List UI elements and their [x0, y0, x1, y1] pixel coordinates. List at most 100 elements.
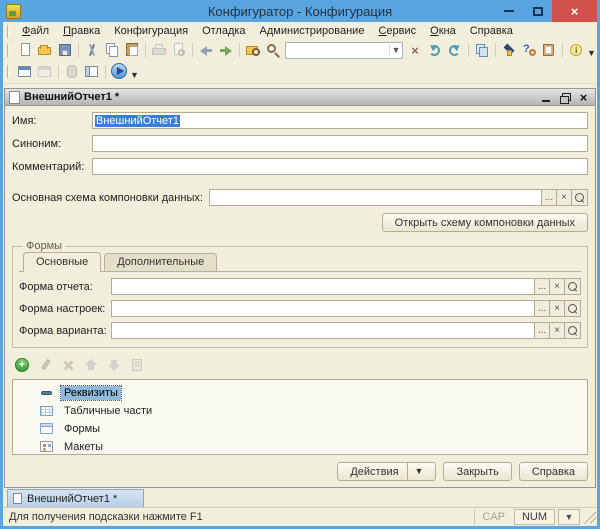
paste-button[interactable]: [122, 41, 142, 59]
search-input[interactable]: [286, 43, 389, 57]
tree-item-label: Формы: [64, 423, 101, 435]
start-debug-button[interactable]: [109, 63, 129, 81]
print-preview-button[interactable]: [169, 41, 189, 59]
forward-button[interactable]: [445, 41, 465, 59]
find-icon: [245, 42, 261, 58]
attributes-icon: [39, 385, 55, 401]
info-button[interactable]: [566, 41, 586, 59]
statusbar-dropdown-button[interactable]: ▼: [558, 509, 580, 525]
zoom-icon: [265, 42, 281, 58]
tree-item-templates[interactable]: Макеты: [13, 438, 587, 454]
ellipsis-button[interactable]: ...: [535, 278, 550, 295]
magnifier-button[interactable]: [565, 322, 581, 339]
menu-item-8[interactable]: Справка: [463, 23, 520, 39]
tree-item-attributes[interactable]: Реквизиты: [13, 384, 587, 402]
restore-icon: [560, 92, 571, 104]
window-gray-button[interactable]: [35, 63, 55, 81]
syntax-check-button[interactable]: [499, 41, 519, 59]
form-field-label: Форма варианта:: [19, 324, 107, 337]
actions-button[interactable]: Действия ▼: [337, 462, 437, 481]
menu-item-1[interactable]: Файл: [15, 23, 56, 39]
name-input[interactable]: ВнешнийОтчет1: [92, 112, 588, 129]
close-icon: ×: [579, 89, 588, 105]
zoom-button[interactable]: [263, 41, 283, 59]
new-document-button[interactable]: [15, 41, 35, 59]
clear-search-button[interactable]: ×: [405, 41, 425, 59]
toolbar-separator: [239, 43, 240, 57]
help-search-button[interactable]: [519, 41, 539, 59]
cut-button[interactable]: [82, 41, 102, 59]
print-button[interactable]: [149, 41, 169, 59]
database-button[interactable]: [62, 63, 82, 81]
synonym-row: Синоним:: [12, 135, 588, 152]
undo-button[interactable]: [196, 41, 216, 59]
menu-item-3[interactable]: Конфигурация: [107, 23, 195, 39]
synonym-input[interactable]: [92, 135, 588, 152]
close-editor-button[interactable]: Закрыть: [443, 462, 512, 481]
save-icon: [57, 42, 73, 58]
menu-item-2[interactable]: Правка: [56, 23, 107, 39]
comment-input[interactable]: [92, 158, 588, 175]
ellipsis-button[interactable]: ...: [535, 322, 550, 339]
magnifier-button[interactable]: [565, 300, 581, 317]
back-button[interactable]: [425, 41, 445, 59]
windows-icon: [474, 42, 490, 58]
menu-item-4[interactable]: Отладка: [195, 23, 252, 39]
menu-item-5[interactable]: Администрирование: [253, 23, 372, 39]
close-label: Закрыть: [456, 465, 499, 478]
paste-icon: [124, 42, 140, 58]
find-button[interactable]: [243, 41, 263, 59]
document-icon: [9, 90, 20, 104]
clear-button[interactable]: ×: [550, 278, 565, 295]
redo-button[interactable]: [216, 41, 236, 59]
copy-button[interactable]: [102, 41, 122, 59]
form-field-input[interactable]: [111, 322, 535, 339]
table-window-button[interactable]: [82, 63, 102, 81]
magnifier-icon: [567, 281, 578, 292]
add-button[interactable]: [12, 356, 32, 374]
magnifier-button[interactable]: [572, 189, 588, 206]
config-window-button[interactable]: [15, 63, 35, 81]
table-window-icon: [84, 64, 100, 80]
move-up-button[interactable]: [81, 356, 101, 374]
help-button[interactable]: Справка: [518, 462, 588, 481]
save-button[interactable]: [55, 41, 75, 59]
methods-book-button[interactable]: [539, 41, 559, 59]
status-bar: Для получения подсказки нажмите F1 CAP N…: [3, 508, 597, 526]
clear-button[interactable]: ×: [557, 189, 572, 206]
tree-item-tabular-sections[interactable]: Табличные части: [13, 402, 587, 420]
cut-icon: [84, 42, 100, 58]
form-field-input[interactable]: [111, 300, 535, 317]
ellipsis-button[interactable]: ...: [535, 300, 550, 317]
clear-button[interactable]: ×: [550, 322, 565, 339]
search-dropdown-icon[interactable]: ▼: [389, 45, 402, 55]
menu-item-6[interactable]: Сервис: [371, 23, 423, 39]
ellipsis-button[interactable]: ...: [542, 189, 557, 206]
editor-close-button[interactable]: ×: [576, 91, 591, 104]
editor-minimize-button[interactable]: [538, 91, 553, 104]
windows-button[interactable]: [472, 41, 492, 59]
tab-1[interactable]: Основные: [23, 252, 102, 272]
open-dcs-button[interactable]: Открыть схему компоновки данных: [381, 213, 588, 232]
editor-restore-button[interactable]: [557, 91, 572, 104]
tree-item-forms[interactable]: Формы: [13, 420, 587, 438]
toolbar-overflow-button[interactable]: ▼: [587, 48, 596, 58]
delete-button[interactable]: [58, 356, 78, 374]
toolbar-overflow-button[interactable]: ▼: [130, 70, 139, 80]
open-button[interactable]: [35, 41, 55, 59]
tab-2[interactable]: Дополнительные: [104, 253, 218, 271]
clear-button[interactable]: ×: [550, 300, 565, 317]
sort-button[interactable]: [127, 356, 147, 374]
tabular-sections-icon: [39, 403, 55, 419]
open-icon: [37, 42, 53, 58]
form-field-input[interactable]: [111, 278, 535, 295]
menu-item-7[interactable]: Окна: [423, 23, 463, 39]
edit-button[interactable]: [35, 356, 55, 374]
magnifier-button[interactable]: [565, 278, 581, 295]
form-field-row-3: Форма варианта:... ×: [19, 322, 581, 339]
resize-grip[interactable]: [583, 510, 596, 524]
form-field-row-1: Форма отчета:... ×: [19, 278, 581, 295]
move-down-button[interactable]: [104, 356, 124, 374]
dcs-input[interactable]: [209, 189, 542, 206]
taskbar-tab-1[interactable]: ВнешнийОтчет1 *: [7, 489, 145, 507]
